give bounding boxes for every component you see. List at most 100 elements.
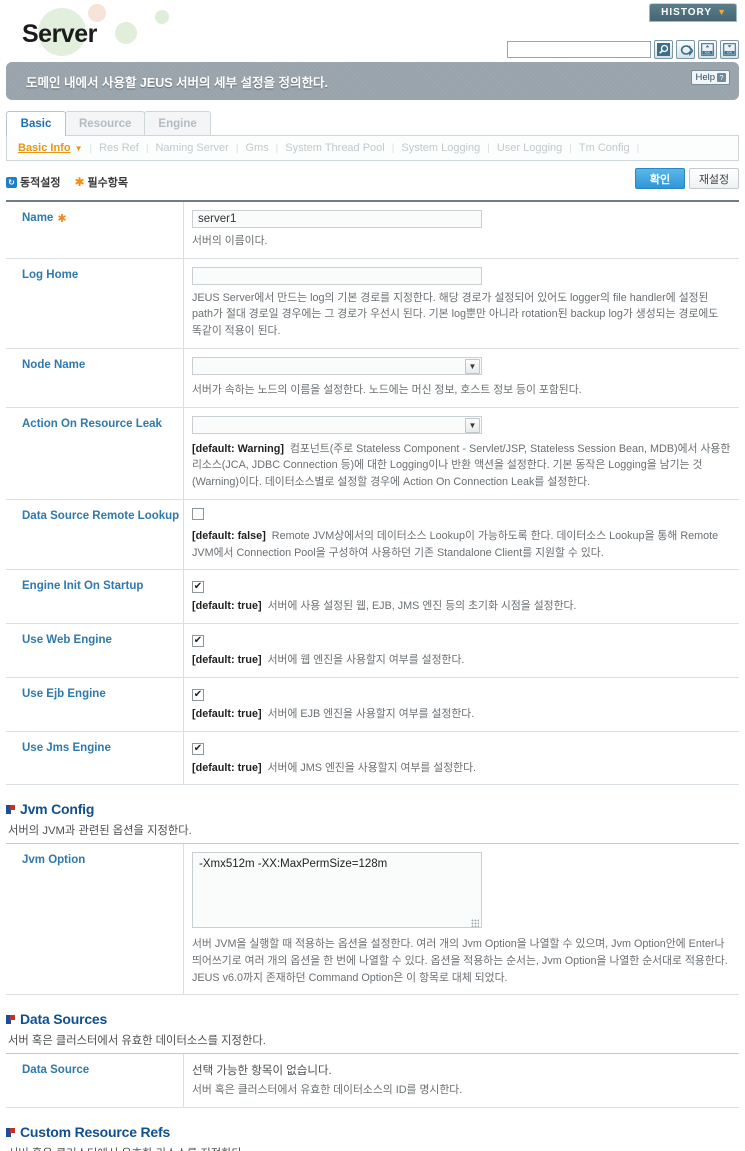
form-row-label-text: Log Home (22, 268, 79, 281)
description-text: 서버에 EJB 엔진을 사용할지 여부를 설정한다. (267, 707, 475, 720)
legend-dynamic: ↻ 동적설정 (6, 174, 60, 190)
sections-container: Jvm Config 서버의 JVM과 관련된 옵션을 지정한다. Jvm Opti… (0, 801, 745, 1151)
form-row-label: Action On Resource Leak (6, 407, 184, 499)
node-name-select[interactable] (192, 356, 482, 375)
select-wrapper: ▼ (192, 356, 482, 377)
subnav-item-basic-info[interactable]: Basic Info (18, 142, 71, 154)
subnav-entry: Gms | (245, 142, 285, 154)
subnav-separator: | (275, 142, 279, 154)
section-form-table: Data Source 선택 가능한 항목이 없습니다. 서버 혹은 클러스터에서 … (6, 1053, 739, 1109)
svg-text:XML: XML (726, 51, 733, 55)
tab-engine[interactable]: Engine (144, 111, 211, 136)
form-row-label-text: Jvm Option (22, 854, 86, 867)
default-value-note: [default: false] (192, 529, 266, 542)
form-row-label-text: Use Jms Engine (22, 741, 111, 754)
section-subtitle: 서버 혹은 클러스터에서 유효한 데이터소스를 지정한다. (8, 1035, 266, 1048)
form-row-label: Use Web Engine (6, 624, 184, 677)
action-on-resource-leak-select[interactable] (192, 415, 482, 434)
description-text: 서버에 JMS 엔진을 사용할지 여부를 설정한다. (267, 761, 477, 774)
action-buttons: 확인 재설정 (635, 168, 739, 189)
engine-init-on-startup-checkbox[interactable]: ✔ (192, 581, 204, 594)
form-row-value: ✔ [default: true] 서버에 JMS 엔진을 사용할지 여부를 설정… (184, 732, 739, 785)
form-row-value: ✔ [default: true] 서버에 웹 엔진을 사용할지 여부를 설정한다… (184, 624, 739, 677)
form-row-label: Name ✱ (6, 202, 184, 258)
form-row-description: [default: true] 서버에 EJB 엔진을 사용할지 여부를 설정한… (192, 706, 731, 723)
section-title: Jvm Config (6, 801, 739, 817)
section-jvm-config: Jvm Config 서버의 JVM과 관련된 옵션을 지정한다. Jvm Opti… (6, 801, 739, 996)
section-title: Custom Resource Refs (6, 1124, 739, 1140)
default-value-note: [default: true] (192, 707, 262, 720)
form-row-label: Use Ejb Engine (6, 677, 184, 731)
subnav-entry: Tm Config | (579, 142, 646, 154)
chevron-down-icon: ▼ (717, 7, 727, 17)
form-row-description: [default: true] 서버에 사용 설정된 웹, EJB, JMS 엔… (192, 598, 731, 615)
toolbar-search-row: XML XML (507, 40, 739, 59)
form-row-label: Log Home (6, 258, 184, 348)
use-ejb-engine-checkbox[interactable]: ✔ (192, 688, 204, 701)
required-asterisk-icon: ✱ (57, 213, 67, 225)
description-text: 서버의 이름이다. (192, 235, 268, 247)
subnav-item-gms[interactable]: Gms (245, 142, 268, 154)
tab-resource[interactable]: Resource (65, 111, 146, 136)
name-input[interactable] (192, 210, 482, 228)
required-asterisk-icon: ✱ (74, 175, 85, 189)
subnav-item-res-ref[interactable]: Res Ref (99, 142, 139, 154)
form-row-value: JEUS Server에서 만드는 log의 기본 경로를 지정한다. 해당 경… (184, 259, 739, 348)
form-row-description: [default: Warning] 컴포넌트(주로 Stateless Com… (192, 441, 731, 491)
default-value-note: [default: true] (192, 600, 262, 613)
data-source-remote-lookup-checkbox[interactable] (192, 507, 204, 520)
form-row-value: 선택 가능한 항목이 없습니다. 서버 혹은 클러스터에서 유효한 데이터소스의 … (184, 1054, 739, 1107)
subnav-item-system-logging[interactable]: System Logging (401, 142, 480, 154)
subnav-entry: System Logging | (401, 142, 497, 154)
history-button[interactable]: HISTORY ▼ (649, 3, 737, 22)
form-row: Action On Resource Leak ▼ [default: Warnin… (6, 407, 739, 500)
help-label: Help (695, 72, 715, 83)
server-config-page: Server HISTORY ▼ XML XML 도메인 내에서 사용할 JEU… (0, 0, 745, 1151)
form-row-label: Data Source (6, 1054, 184, 1108)
confirm-button[interactable]: 확인 (635, 168, 685, 189)
form-row-value: ▼ 서버가 속하는 노드의 이름을 설정한다. 노드에는 머신 정보, 호스트 정… (184, 349, 739, 407)
refresh-icon[interactable] (676, 40, 695, 59)
tab-bar: Basic Resource Engine (6, 110, 739, 136)
subnav-item-system-thread-pool[interactable]: System Thread Pool (285, 142, 384, 154)
form-row: Engine Init On Startup ✔ [default: true] 서… (6, 570, 739, 625)
subnav-separator: | (569, 142, 572, 154)
form-row-description: 서버 혹은 클러스터에서 유효한 데이터소스의 ID를 명시한다. (192, 1082, 731, 1099)
search-input[interactable] (507, 41, 651, 58)
dynamic-setting-icon: ↻ (6, 176, 17, 188)
form-row-label-text: Action On Resource Leak (22, 417, 162, 430)
jvm-option-textarea[interactable] (192, 852, 482, 929)
form-row-description: [default: true] 서버에 JMS 엔진을 사용할지 여부를 설정한… (192, 760, 731, 777)
section-subtitle: 서버 혹은 클러스터에서 유효한 리소스를 지정한다. (8, 1145, 739, 1151)
section-form-table: Jvm Option 서버 JVM을 실행할 때 적용하는 옵션을 설정한다. 여… (6, 843, 739, 996)
help-button[interactable]: Help ? (691, 70, 730, 85)
legend-dynamic-label: 동적설정 (20, 177, 61, 189)
subnav-item-naming-server[interactable]: Naming Server (155, 142, 228, 154)
section-title-text: Custom Resource Refs (20, 1124, 171, 1141)
form-row-label-text: Engine Init On Startup (22, 580, 144, 593)
form-row-value: [default: false] Remote JVM상에서의 데이터소스 Lo… (184, 500, 739, 569)
subnav-separator: | (487, 142, 490, 154)
form-row-label-text: Node Name (22, 358, 86, 371)
xml-import-icon[interactable]: XML (698, 40, 717, 59)
logo-title: Server (22, 20, 97, 48)
subnav-entry: Basic Info ▼ | (18, 142, 99, 154)
form-row-label: Use Jms Engine (6, 731, 184, 785)
use-web-engine-checkbox[interactable]: ✔ (192, 635, 204, 648)
reset-button[interactable]: 재설정 (689, 168, 739, 189)
log-home-input[interactable] (192, 266, 482, 285)
form-row-description: [default: false] Remote JVM상에서의 데이터소스 Lo… (192, 528, 731, 561)
logo-blob-green-small (155, 10, 169, 24)
form-row: Use Ejb Engine ✔ [default: true] 서버에 EJB 엔… (6, 677, 739, 732)
tab-basic[interactable]: Basic (6, 111, 66, 136)
description-text: 서버 JVM을 실행할 때 적용하는 옵션을 설정한다. 여러 개의 Jvm O… (192, 938, 728, 984)
form-row: Data Source 선택 가능한 항목이 없습니다. 서버 혹은 클러스터에서 … (6, 1054, 739, 1109)
form-row-description: JEUS Server에서 만드는 log의 기본 경로를 지정한다. 해당 경… (192, 290, 731, 340)
form-row-description: 서버의 이름이다. (192, 233, 731, 250)
xml-export-icon[interactable]: XML (720, 40, 739, 59)
search-icon[interactable] (654, 40, 673, 59)
legend-and-actions: ↻ 동적설정 ✱ 필수항목 확인 재설정 (6, 168, 739, 194)
subnav-item-tm-config[interactable]: Tm Config (579, 142, 630, 154)
use-jms-engine-checkbox[interactable]: ✔ (192, 742, 204, 755)
subnav-item-user-logging[interactable]: User Logging (497, 142, 562, 154)
